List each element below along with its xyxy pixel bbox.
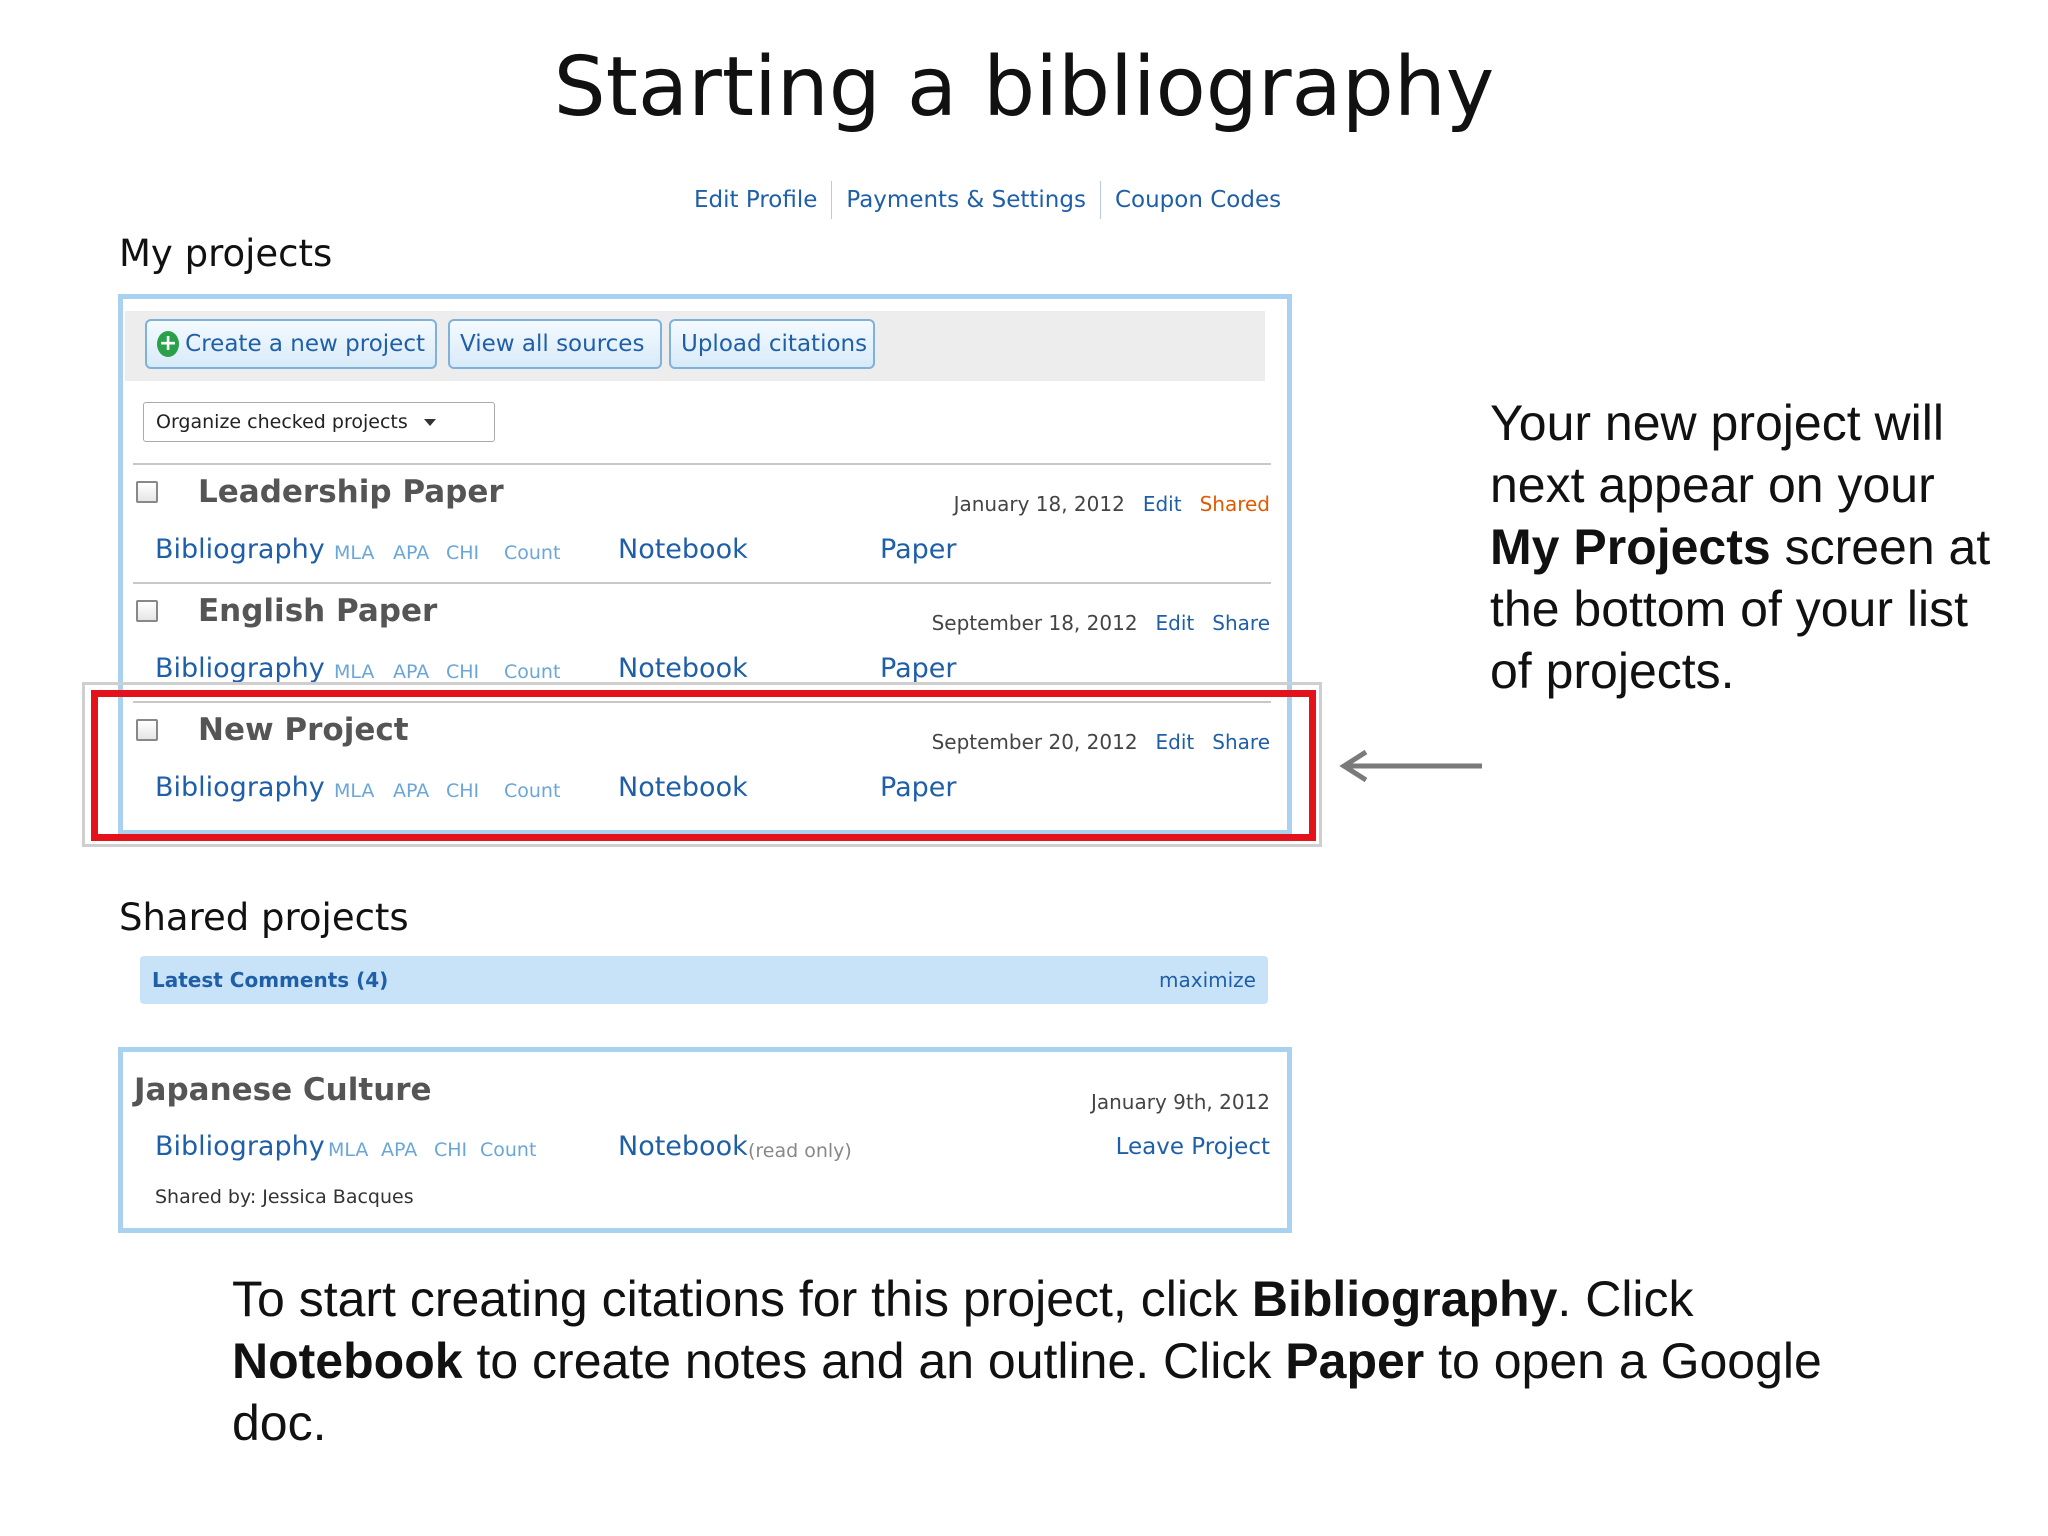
payments-settings-link[interactable]: Payments & Settings — [832, 187, 1100, 213]
project-checkbox[interactable] — [136, 600, 158, 622]
divider — [133, 582, 1271, 584]
plus-icon: + — [157, 331, 180, 357]
shared-projects-heading: Shared projects — [119, 896, 409, 939]
apa-link[interactable]: APA — [393, 661, 429, 683]
latest-comments-link[interactable]: Latest Comments (4) — [152, 968, 388, 992]
notebook-link[interactable]: Notebook — [618, 534, 748, 565]
edit-link[interactable]: Edit — [1143, 492, 1182, 516]
instructions-bold: Notebook — [232, 1333, 463, 1389]
chi-link[interactable]: CHI — [434, 1139, 467, 1161]
apa-link[interactable]: APA — [381, 1139, 417, 1161]
leave-project-link[interactable]: Leave Project — [1116, 1134, 1270, 1160]
paper-link[interactable]: Paper — [880, 534, 956, 565]
arrow-left-icon — [1339, 749, 1482, 783]
organize-select-value: Organize checked projects — [156, 411, 408, 433]
instructions-part: to create notes and an outline. Click — [476, 1333, 1272, 1389]
bibliography-link[interactable]: Bibliography — [155, 653, 325, 684]
organize-projects-select[interactable]: Organize checked projects — [143, 402, 495, 442]
my-projects-heading: My projects — [119, 232, 333, 275]
project-name[interactable]: English Paper — [198, 593, 437, 629]
account-links: Edit Profile Payments & Settings Coupon … — [680, 180, 1295, 220]
chi-link[interactable]: CHI — [446, 661, 479, 683]
edit-link[interactable]: Edit — [1156, 611, 1195, 635]
bibliography-link[interactable]: Bibliography — [155, 1131, 325, 1162]
count-link[interactable]: Count — [504, 542, 560, 564]
project-name[interactable]: Leadership Paper — [198, 474, 504, 510]
instructions-bold: Paper — [1285, 1333, 1425, 1389]
create-project-button[interactable]: + Create a new project — [145, 319, 437, 369]
chi-link[interactable]: CHI — [446, 542, 479, 564]
project-date: September 18, 2012 — [931, 611, 1138, 635]
mla-link[interactable]: MLA — [334, 542, 374, 564]
coupon-codes-link[interactable]: Coupon Codes — [1101, 187, 1295, 213]
bibliography-link[interactable]: Bibliography — [155, 534, 325, 565]
project-checkbox[interactable] — [136, 481, 158, 503]
project-meta: January 18, 2012 Edit Shared — [954, 492, 1270, 516]
count-link[interactable]: Count — [504, 661, 560, 683]
notebook-link[interactable]: Notebook — [618, 1131, 748, 1162]
callout-before: Your new project will next appear on you… — [1490, 395, 1944, 513]
new-project-highlight — [91, 690, 1316, 841]
read-only-label: (read only) — [748, 1140, 852, 1162]
upload-citations-button[interactable]: Upload citations — [669, 319, 875, 369]
share-link[interactable]: Share — [1212, 611, 1270, 635]
notebook-link[interactable]: Notebook — [618, 653, 748, 684]
mla-link[interactable]: MLA — [328, 1139, 368, 1161]
paper-link[interactable]: Paper — [880, 653, 956, 684]
shared-by-text: Shared by: Jessica Bacques — [155, 1186, 414, 1208]
caret-down-icon — [423, 418, 436, 426]
instructions-part: To start creating citations for this pro… — [232, 1271, 1238, 1327]
shared-project-name[interactable]: Japanese Culture — [134, 1072, 432, 1108]
slide-title: Starting a bibliography — [553, 40, 1495, 135]
instructions-bold: Bibliography — [1251, 1271, 1558, 1327]
shared-link[interactable]: Shared — [1200, 492, 1270, 516]
callout-text: Your new project will next appear on you… — [1490, 392, 2010, 702]
project-meta: September 18, 2012 Edit Share — [932, 611, 1270, 635]
edit-profile-link[interactable]: Edit Profile — [680, 187, 831, 213]
instructions-part: . Click — [1557, 1271, 1694, 1327]
view-all-sources-button[interactable]: View all sources — [448, 319, 662, 369]
divider — [133, 463, 1271, 465]
apa-link[interactable]: APA — [393, 542, 429, 564]
callout-bold: My Projects — [1490, 519, 1771, 575]
mla-link[interactable]: MLA — [334, 661, 374, 683]
project-date: January 18, 2012 — [953, 492, 1125, 516]
instructions-text: To start creating citations for this pro… — [232, 1268, 1832, 1454]
count-link[interactable]: Count — [480, 1139, 536, 1161]
create-project-label: Create a new project — [185, 331, 425, 357]
maximize-link[interactable]: maximize — [1159, 968, 1256, 992]
shared-project-date: January 9th, 2012 — [1090, 1090, 1270, 1114]
